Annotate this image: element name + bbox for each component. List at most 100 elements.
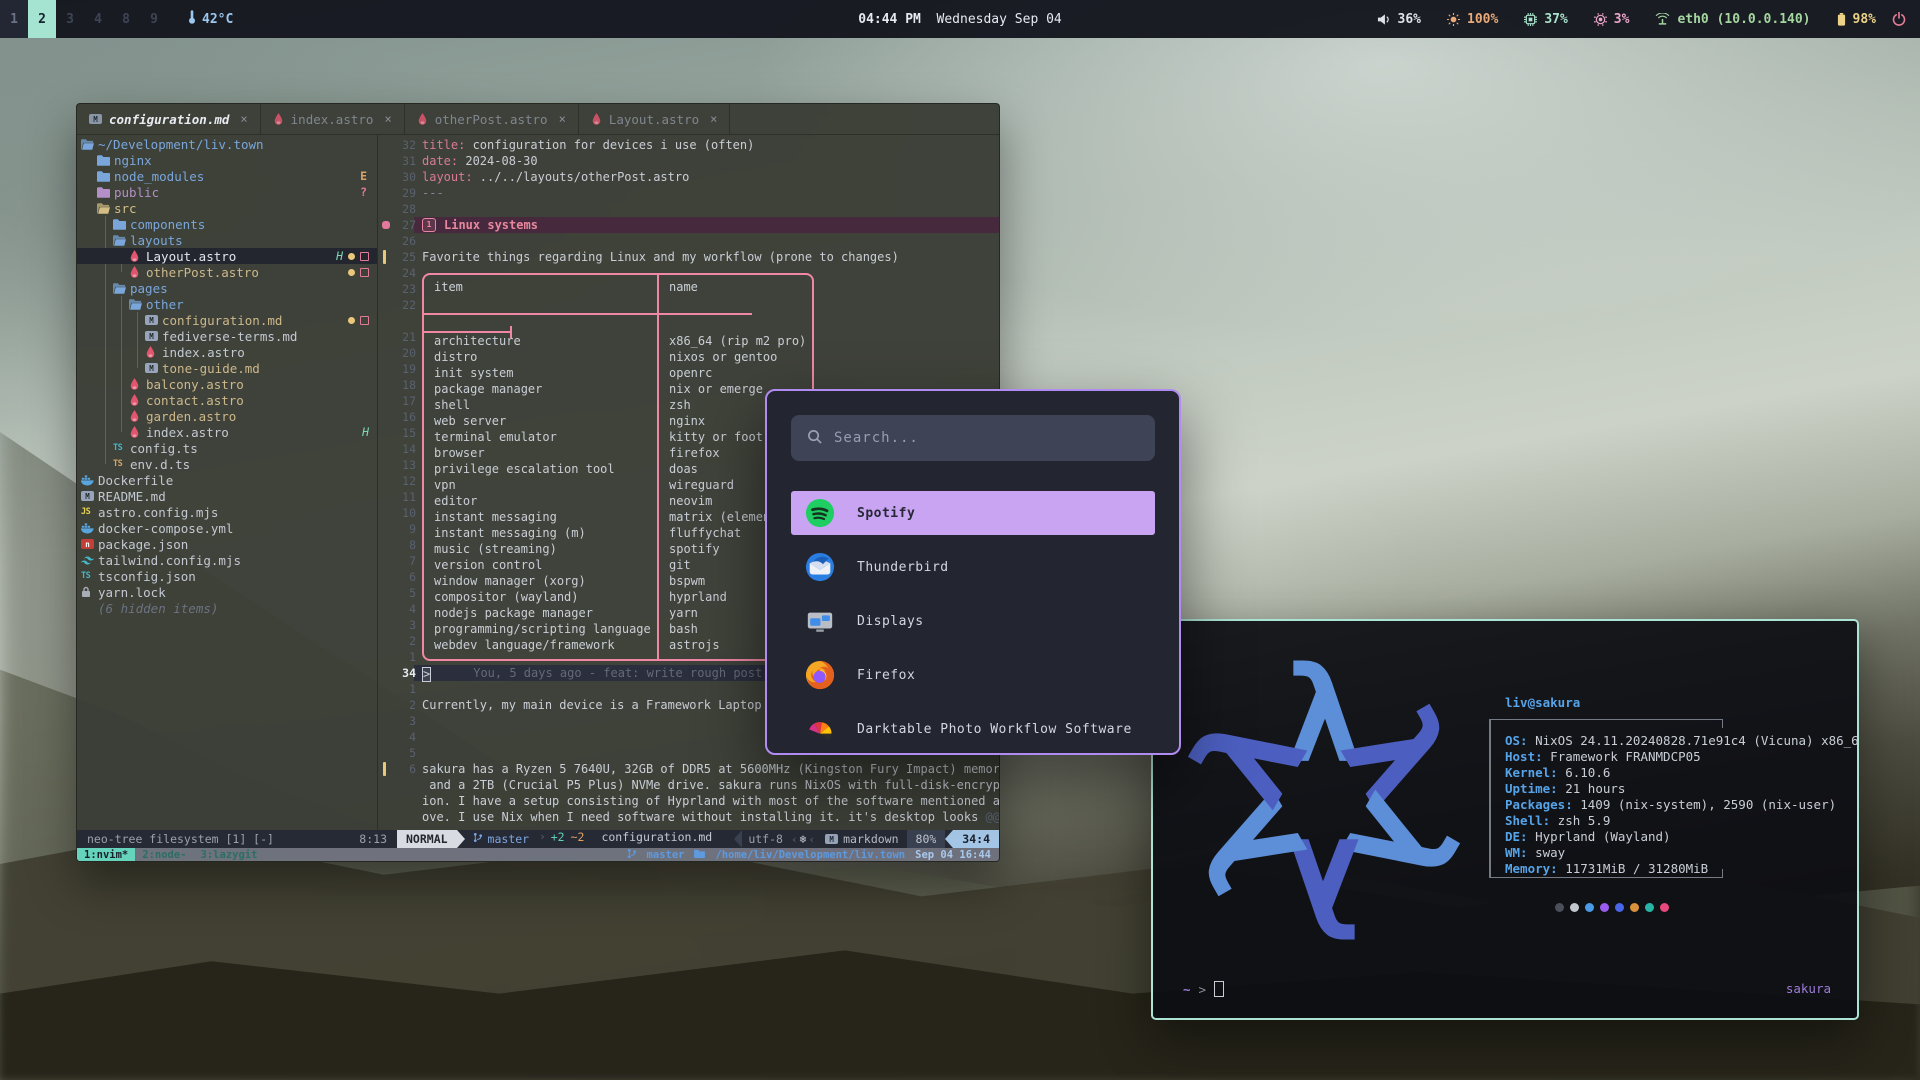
volume-module[interactable]: 36% [1377, 12, 1421, 27]
launcher-item-Displays[interactable]: Displays [791, 599, 1155, 643]
tree-item-components[interactable]: components [77, 216, 377, 232]
tree-item-docker-compose.yml[interactable]: docker-compose.yml [77, 520, 377, 536]
fetch-field-WM: WM: sway [1505, 845, 1859, 861]
tree-item-Dockerfile[interactable]: Dockerfile [77, 472, 377, 488]
table-row: version controlgit [424, 557, 812, 573]
tree-item-tone-guide.md[interactable]: Mtone-guide.md [77, 360, 377, 376]
tree-item-astro.config.mjs[interactable]: JSastro.config.mjs [77, 504, 377, 520]
gpu-icon [1594, 13, 1607, 26]
tree-item-config.ts[interactable]: TSconfig.ts [77, 440, 377, 456]
git-status-badge: ? [360, 185, 367, 199]
tab-configuration.md[interactable]: Mconfiguration.md× [77, 104, 261, 134]
lock-icon [81, 586, 98, 598]
tree-item-nginx[interactable]: nginx [77, 152, 377, 168]
thermometer-icon [188, 10, 196, 28]
workspace-9[interactable]: 9 [140, 0, 168, 38]
close-tab-icon[interactable]: × [240, 112, 247, 126]
launcher-item-Spotify[interactable]: Spotify [791, 491, 1155, 535]
palette-dot [1630, 903, 1639, 912]
markdown-icon: M [145, 363, 162, 373]
cursor-location: 34:4 [953, 830, 999, 848]
tree-item-yarn.lock[interactable]: yarn.lock [77, 584, 377, 600]
launcher-item-Firefox[interactable]: Firefox [791, 653, 1155, 697]
workspace-4[interactable]: 4 [84, 0, 112, 38]
tree-item-node_modules[interactable]: node_modulesE [77, 168, 377, 184]
gpu-module[interactable]: 3% [1594, 12, 1630, 27]
fetch-info: OS: NixOS 24.11.20240828.71e91c4 (Vicuna… [1505, 733, 1859, 877]
tree-item-index.astro[interactable]: index.astroH [77, 424, 377, 440]
clock-time: 04:44 PM [858, 12, 921, 27]
tree-item-~/Development/liv.town[interactable]: ~/Development/liv.town [77, 136, 377, 152]
buffer-line: and a 2TB (Crucial P5 Plus) NVMe drive. … [378, 777, 999, 793]
tree-item-pages[interactable]: pages [77, 280, 377, 296]
fetch-field-OS: OS: NixOS 24.11.20240828.71e91c4 (Vicuna… [1505, 733, 1859, 749]
table-row: instant messaging (m)fluffychat [424, 525, 812, 541]
tmux-window-2:node-[interactable]: 2:node- [135, 848, 193, 861]
launcher-item-Thunderbird[interactable]: Thunderbird [791, 545, 1155, 589]
ts-icon: TS [81, 571, 98, 581]
spotify-icon [805, 498, 835, 528]
tab-otherPost.astro[interactable]: otherPost.astro× [405, 104, 579, 134]
tree-item-other[interactable]: other [77, 296, 377, 312]
astro-icon [129, 378, 146, 390]
tree-item-tailwind.config.mjs[interactable]: tailwind.config.mjs [77, 552, 377, 568]
table-header-item: item [434, 280, 463, 294]
buffer-line: ion. I have a setup consisting of Hyprla… [378, 793, 999, 809]
displays-icon [805, 606, 835, 636]
launcher-search-input[interactable]: Search... [791, 415, 1155, 461]
power-button[interactable] [1892, 12, 1920, 26]
docker-icon [81, 475, 98, 486]
tree-item-(6 hidden items)[interactable]: (6 hidden items) [77, 600, 377, 616]
close-tab-icon[interactable]: × [559, 112, 566, 126]
tree-item-README.md[interactable]: MREADME.md [77, 488, 377, 504]
close-tab-icon[interactable]: × [384, 112, 391, 126]
workspace-1[interactable]: 1 [0, 0, 28, 38]
tree-item-tsconfig.json[interactable]: TStsconfig.json [77, 568, 377, 584]
workspace-2[interactable]: 2 [28, 0, 56, 38]
cpu-module[interactable]: 37% [1524, 12, 1567, 27]
brightness-module[interactable]: 100% [1447, 12, 1498, 27]
launcher-item-Darktable Photo Workflow Software[interactable]: Darktable Photo Workflow Software [791, 707, 1155, 751]
network-module[interactable]: eth0 (10.0.0.140) [1655, 12, 1810, 27]
tree-item-otherPost.astro[interactable]: otherPost.astro [77, 264, 377, 280]
workspace-3[interactable]: 3 [56, 0, 84, 38]
tree-item-configuration.md[interactable]: Mconfiguration.md [77, 312, 377, 328]
tree-item-layouts[interactable]: layouts [77, 232, 377, 248]
app-launcher: Search... Spotify Thunderbird Displays Fire… [765, 389, 1181, 755]
folder-open-icon [113, 283, 130, 294]
tree-item-index.astro[interactable]: index.astro [77, 344, 377, 360]
shell-prompt[interactable]: ~ > [1183, 981, 1224, 997]
prompt-symbol: > [1199, 982, 1207, 997]
tree-item-src[interactable]: src [77, 200, 377, 216]
tree-item-Layout.astro[interactable]: Layout.astroH [77, 248, 377, 264]
statusline-filename: configuration.md [587, 830, 726, 848]
tmux-window-1:nvim*[interactable]: 1:nvim* [77, 848, 135, 861]
table-row: terminal emulatorkitty or foot [424, 429, 812, 445]
close-tab-icon[interactable]: × [710, 112, 717, 126]
table-row: browserfirefox [424, 445, 812, 461]
tmux-window-3:lazygit[interactable]: 3:lazygit [194, 848, 265, 861]
tree-item-package.json[interactable]: npackage.json [77, 536, 377, 552]
folder-open-icon [81, 139, 98, 150]
battery-module[interactable]: 98% [1837, 12, 1876, 27]
tailwind-icon [81, 556, 98, 565]
workspace-8[interactable]: 8 [112, 0, 140, 38]
tree-item-garden.astro[interactable]: garden.astro [77, 408, 377, 424]
powerline-separator [945, 830, 953, 848]
tab-index.astro[interactable]: index.astro× [261, 104, 405, 134]
ts-icon: TS [113, 443, 130, 453]
brightness-icon [1447, 13, 1460, 26]
astro-icon [591, 113, 602, 125]
tree-item-balcony.astro[interactable]: balcony.astro [77, 376, 377, 392]
tmux-windows: 1:nvim*2:node-3:lazygit [77, 848, 264, 861]
fetch-field-Shell: Shell: zsh 5.9 [1505, 813, 1859, 829]
encoding-label: utf-8 [742, 830, 789, 848]
tab-Layout.astro[interactable]: Layout.astro× [579, 104, 731, 134]
tree-item-env.d.ts[interactable]: TSenv.d.ts [77, 456, 377, 472]
tree-item-contact.astro[interactable]: contact.astro [77, 392, 377, 408]
git-modified-count: ~2 [568, 830, 588, 848]
desktop: 123489 42°C 04:44 PM Wednesday Sep 04 36… [0, 0, 1920, 1080]
markdown-icon: M [145, 331, 162, 341]
tree-item-fediverse-terms.md[interactable]: Mfediverse-terms.md [77, 328, 377, 344]
tree-item-public[interactable]: public? [77, 184, 377, 200]
